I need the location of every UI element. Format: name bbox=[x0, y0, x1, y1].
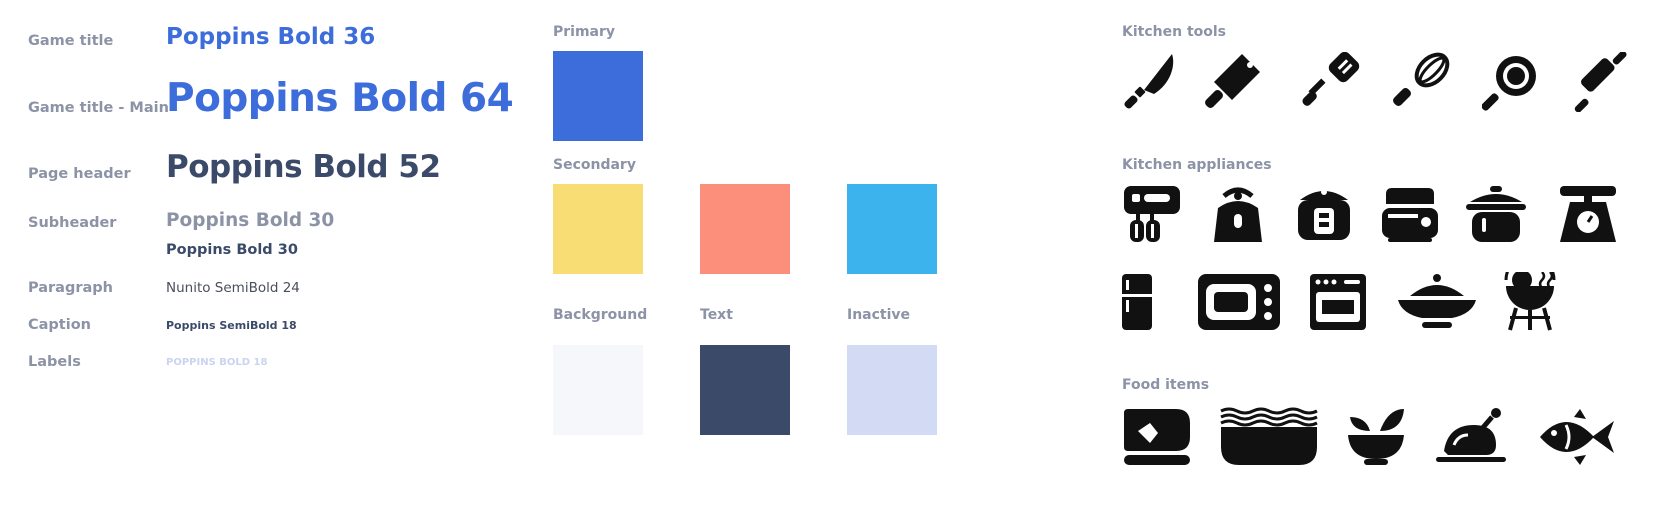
color-group-title-background: Background bbox=[553, 307, 648, 323]
type-sample-subheader: Poppins Bold 30 bbox=[166, 210, 335, 231]
microwave-icon bbox=[1196, 272, 1282, 332]
type-label-labels: Labels bbox=[28, 354, 81, 370]
type-sample-subheader-dark: Poppins Bold 30 bbox=[166, 242, 298, 258]
color-swatch-secondary-sky bbox=[847, 184, 937, 274]
color-group-title-inactive: Inactive bbox=[847, 307, 911, 323]
toaster-icon bbox=[1380, 184, 1440, 244]
oven-icon bbox=[1308, 272, 1368, 332]
type-sample-game-title: Poppins Bold 36 bbox=[166, 24, 376, 50]
type-sample-labels: POPPINS BOLD 18 bbox=[166, 357, 268, 368]
refrigerator-icon bbox=[1114, 272, 1174, 332]
type-label-subheader: Subheader bbox=[28, 215, 117, 231]
color-swatch-secondary-coral bbox=[700, 184, 790, 274]
type-label-page-header: Page header bbox=[28, 166, 131, 182]
wok-icon bbox=[1396, 272, 1478, 332]
type-label-game-title: Game title bbox=[28, 33, 114, 49]
icon-group-title-food-items: Food items bbox=[1122, 377, 1210, 393]
kitchen-scale-icon bbox=[1558, 184, 1618, 244]
frying-pan-icon bbox=[1482, 52, 1542, 112]
color-group-title-text: Text bbox=[700, 307, 733, 323]
icon-group-title-kitchen-appliances: Kitchen appliances bbox=[1122, 157, 1272, 173]
color-swatch-text bbox=[700, 345, 790, 435]
color-swatch-background bbox=[553, 345, 643, 435]
spatula-icon bbox=[1300, 52, 1360, 112]
color-swatch-secondary-yellow bbox=[553, 184, 643, 274]
roast-chicken-icon bbox=[1436, 407, 1506, 467]
noodles-icon bbox=[1219, 407, 1319, 467]
hand-mixer-icon bbox=[1122, 184, 1182, 244]
type-sample-game-title-main: Poppins Bold 64 bbox=[166, 76, 514, 121]
fish-icon bbox=[1536, 407, 1616, 467]
color-group-title-primary: Primary bbox=[553, 24, 616, 40]
knife-icon bbox=[1120, 52, 1180, 112]
color-swatch-primary bbox=[553, 51, 643, 141]
type-sample-paragraph: Nunito SemiBold 24 bbox=[166, 280, 300, 296]
salad-bowl-icon bbox=[1346, 407, 1406, 467]
type-label-paragraph: Paragraph bbox=[28, 280, 113, 296]
steak-icon bbox=[1122, 407, 1192, 467]
rolling-pin-icon bbox=[1572, 52, 1632, 112]
color-swatch-inactive bbox=[847, 345, 937, 435]
type-label-caption: Caption bbox=[28, 317, 91, 333]
color-group-title-secondary: Secondary bbox=[553, 157, 636, 173]
type-sample-page-header: Poppins Bold 52 bbox=[166, 149, 441, 185]
whisk-icon bbox=[1390, 52, 1450, 112]
icon-group-title-kitchen-tools: Kitchen tools bbox=[1122, 24, 1227, 40]
type-sample-caption: Poppins SemiBold 18 bbox=[166, 319, 297, 332]
rice-cooker-icon bbox=[1294, 184, 1354, 244]
cleaver-icon bbox=[1202, 52, 1262, 112]
cooking-pot-icon bbox=[1466, 184, 1526, 244]
kettle-icon bbox=[1208, 184, 1268, 244]
type-label-game-title-main: Game title - Main bbox=[28, 100, 169, 116]
grill-icon bbox=[1502, 272, 1562, 332]
